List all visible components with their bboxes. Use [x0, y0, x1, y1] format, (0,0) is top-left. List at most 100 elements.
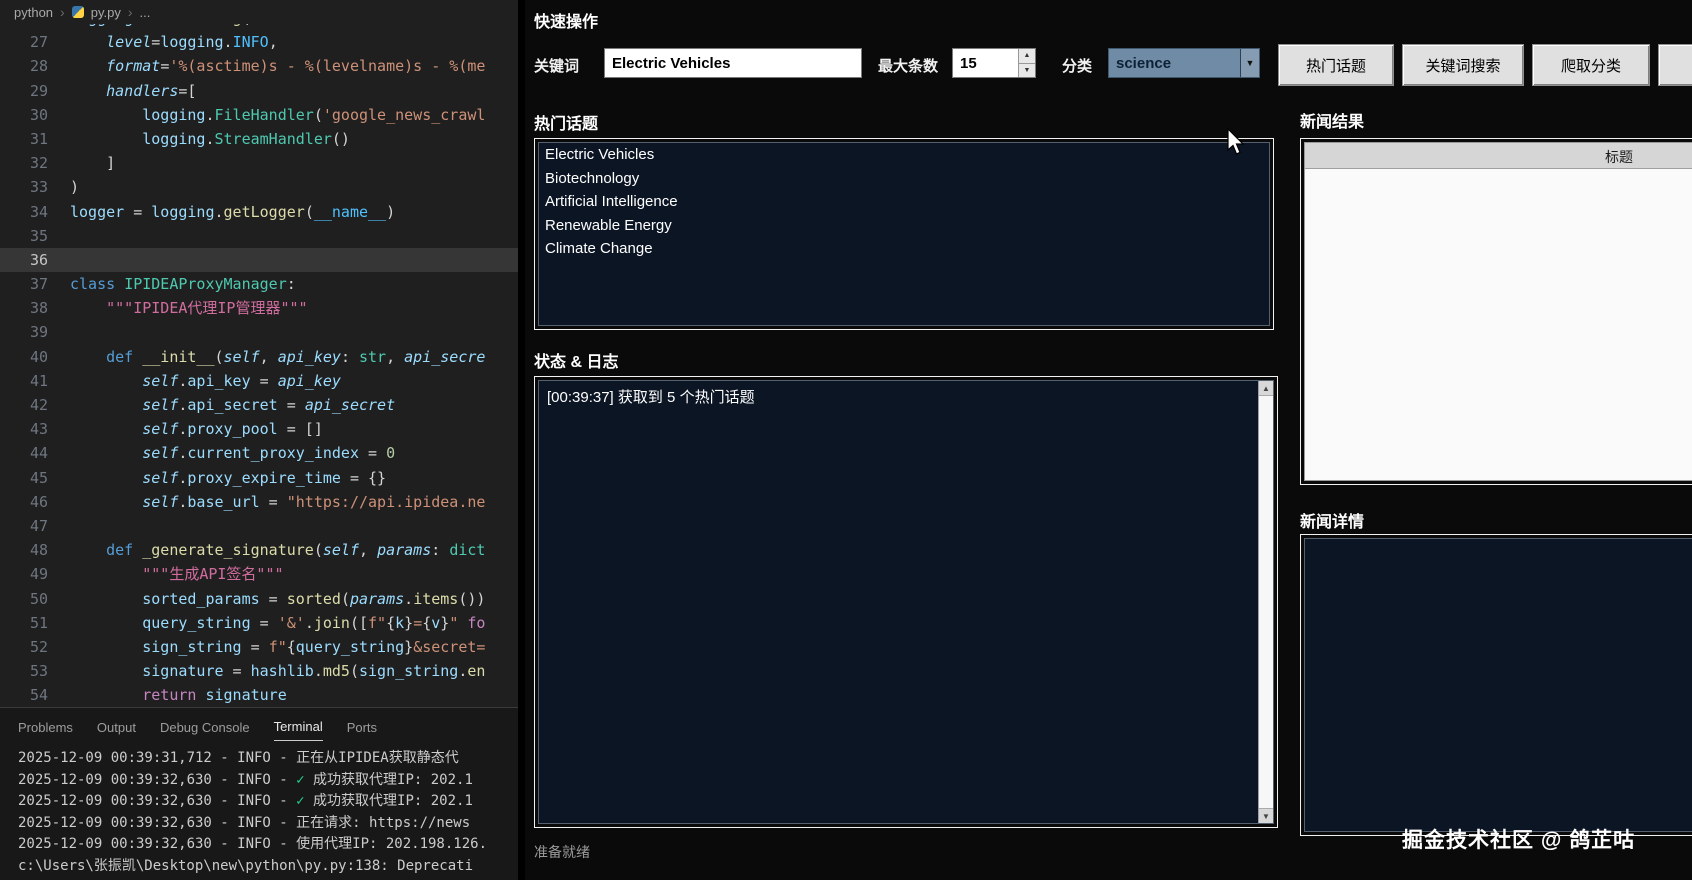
section-quick-actions: 快速操作 [534, 8, 598, 32]
code-line[interactable]: 51 query_string = '&'.join([f"{k}={v}" f… [0, 611, 518, 635]
log-textarea[interactable]: [00:39:37] 获取到 5 个热门话题 ▲ ▼ [538, 380, 1274, 824]
spin-up-icon[interactable]: ▲ [1019, 49, 1035, 64]
line-number: 39 [0, 320, 48, 344]
breadcrumb-folder[interactable]: python [14, 5, 53, 20]
hot-topics-button[interactable]: 热门话题 [1278, 44, 1394, 86]
title-column-header[interactable]: 标题 [1605, 147, 1633, 167]
code-line[interactable]: 33) [0, 175, 518, 199]
code-line[interactable]: 54 return signature [0, 683, 518, 707]
panel-tab-output[interactable]: Output [97, 712, 136, 741]
topic-list-item[interactable]: Electric Vehicles [539, 143, 1269, 167]
breadcrumb: python › py.py › ... [0, 0, 518, 24]
line-number: 48 [0, 538, 48, 562]
code-line[interactable]: 53 signature = hashlib.md5(sign_string.e… [0, 659, 518, 683]
panel-tab-debug-console[interactable]: Debug Console [160, 712, 250, 741]
code-line[interactable]: 28 format='%(asctime)s - %(levelname)s -… [0, 54, 518, 78]
line-number: 38 [0, 296, 48, 320]
breadcrumb-more[interactable]: ... [140, 5, 151, 20]
spin-down-icon[interactable]: ▼ [1019, 64, 1035, 78]
line-number: 40 [0, 345, 48, 369]
code-line[interactable]: 38 """IPIDEA代理IP管理器""" [0, 296, 518, 320]
section-news-detail: 新闻详情 [1300, 508, 1364, 532]
terminal-line: 2025-12-09 00:39:32,630 - INFO - 正在请求: h… [18, 813, 518, 835]
terminal-line: c:\Users\张振凯\Desktop\new\python\py.py:13… [18, 856, 518, 878]
line-number: 45 [0, 466, 48, 490]
terminal-output[interactable]: 2025-12-09 00:39:31,712 - INFO - 正在从IPID… [18, 748, 518, 877]
news-detail-textarea[interactable] [1304, 538, 1692, 832]
code-line[interactable]: 48 def _generate_signature(self, params:… [0, 538, 518, 562]
chevron-right-icon: › [128, 4, 133, 20]
category-label: 分类 [1062, 55, 1092, 76]
topic-list-item[interactable]: Biotechnology [539, 167, 1269, 191]
crawl-category-button[interactable]: 爬取分类 [1532, 44, 1650, 86]
panel-tab-ports[interactable]: Ports [347, 712, 377, 741]
line-number: 53 [0, 659, 48, 683]
code-line[interactable]: 46 self.base_url = "https://api.ipidea.n… [0, 490, 518, 514]
code-line[interactable]: 44 self.current_proxy_index = 0 [0, 441, 518, 465]
line-number: 47 [0, 514, 48, 538]
terminal-line: 2025-12-09 00:39:32,630 - INFO - ✓ 成功获取代… [18, 791, 518, 813]
scroll-up-icon[interactable]: ▲ [1259, 381, 1273, 396]
log-scrollbar[interactable]: ▲ ▼ [1258, 381, 1273, 823]
line-number: 33 [0, 175, 48, 199]
line-number: 34 [0, 200, 48, 224]
code-line[interactable]: 50 sorted_params = sorted(params.items()… [0, 587, 518, 611]
code-line[interactable]: 31 logging.StreamHandler() [0, 127, 518, 151]
line-number: 37 [0, 272, 48, 296]
clipped-edge-button[interactable] [1658, 44, 1692, 86]
keyword-input[interactable] [604, 48, 862, 78]
terminal-line: 2025-12-09 00:39:32,630 - INFO - ✓ 成功获取代… [18, 770, 518, 792]
news-results-frame: 标题 [1300, 138, 1692, 485]
code-line[interactable]: 42 self.api_secret = api_secret [0, 393, 518, 417]
keyword-label: 关键词 [534, 55, 579, 76]
terminal-line: 2025-12-09 00:39:32,630 - INFO - 使用代理IP:… [18, 834, 518, 856]
code-line[interactable]: 34logger = logging.getLogger(__name__) [0, 200, 518, 224]
chevron-down-icon[interactable]: ▼ [1240, 49, 1259, 77]
line-number: 50 [0, 587, 48, 611]
news-table-header[interactable]: 标题 [1305, 143, 1692, 169]
code-line[interactable]: 35 [0, 224, 518, 248]
scrollbar-thumb[interactable] [1259, 396, 1273, 808]
max-count-value: 15 [953, 49, 1018, 77]
topic-list-item[interactable]: Climate Change [539, 237, 1269, 261]
code-line[interactable]: 41 self.api_key = api_key [0, 369, 518, 393]
code-line[interactable]: 49 """生成API签名""" [0, 562, 518, 586]
line-number: 54 [0, 683, 48, 707]
code-lines: logging.basicConfig(27 level=logging.INF… [0, 24, 518, 707]
max-count-label: 最大条数 [878, 55, 938, 76]
topics-listbox[interactable]: Electric VehiclesBiotechnologyArtificial… [538, 142, 1270, 326]
code-line[interactable]: 30 logging.FileHandler('google_news_craw… [0, 103, 518, 127]
code-line[interactable]: 27 level=logging.INFO, [0, 30, 518, 54]
code-line[interactable]: 36 [0, 248, 518, 272]
code-line[interactable]: 32 ] [0, 151, 518, 175]
max-count-spinner[interactable]: 15 ▲ ▼ [952, 48, 1036, 78]
news-detail-frame [1300, 534, 1692, 836]
code-line[interactable]: 45 self.proxy_expire_time = {} [0, 466, 518, 490]
category-selected-value: science [1109, 49, 1240, 77]
category-dropdown[interactable]: science ▼ [1108, 48, 1260, 78]
spinner-arrows: ▲ ▼ [1018, 49, 1035, 77]
line-number: 51 [0, 611, 48, 635]
line-number: 32 [0, 151, 48, 175]
python-file-icon [72, 6, 84, 18]
line-number: 43 [0, 417, 48, 441]
line-number: 46 [0, 490, 48, 514]
code-line[interactable]: 52 sign_string = f"{query_string}&secret… [0, 635, 518, 659]
panel-tab-terminal[interactable]: Terminal [274, 711, 323, 741]
keyword-search-button[interactable]: 关键词搜索 [1402, 44, 1524, 86]
code-line[interactable]: 40 def __init__(self, api_key: str, api_… [0, 345, 518, 369]
code-line[interactable]: 39 [0, 320, 518, 344]
topics-frame: Electric VehiclesBiotechnologyArtificial… [534, 138, 1274, 330]
line-number: 29 [0, 79, 48, 103]
code-line[interactable]: 37class IPIDEAProxyManager: [0, 272, 518, 296]
line-number: 52 [0, 635, 48, 659]
line-number: 28 [0, 54, 48, 78]
code-line[interactable]: 29 handlers=[ [0, 79, 518, 103]
breadcrumb-file[interactable]: py.py [91, 5, 121, 20]
code-line[interactable]: 43 self.proxy_pool = [] [0, 417, 518, 441]
scroll-down-icon[interactable]: ▼ [1259, 808, 1273, 823]
topic-list-item[interactable]: Artificial Intelligence [539, 190, 1269, 214]
panel-tab-problems[interactable]: Problems [18, 712, 73, 741]
topic-list-item[interactable]: Renewable Energy [539, 214, 1269, 238]
code-line[interactable]: 47 [0, 514, 518, 538]
